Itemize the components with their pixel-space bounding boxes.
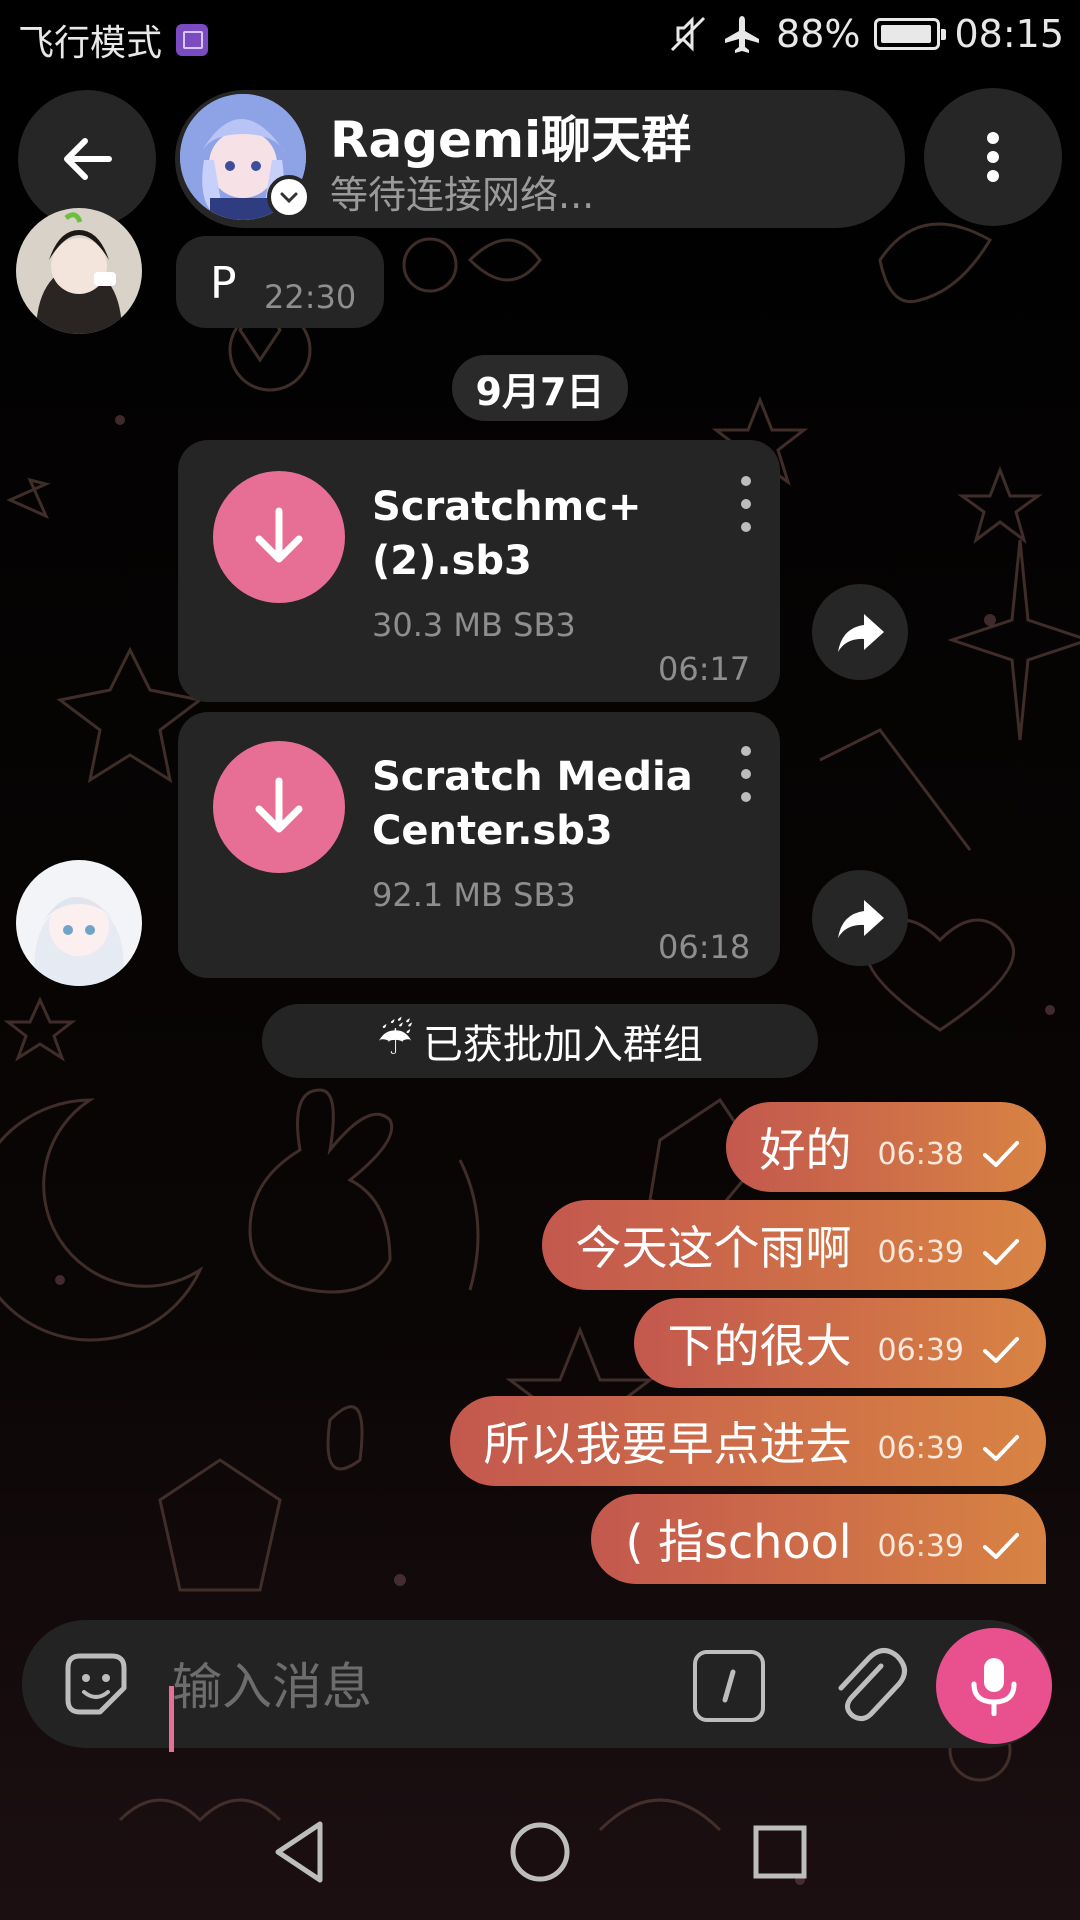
text-cursor <box>169 1686 174 1752</box>
voice-record-button[interactable] <box>936 1628 1052 1744</box>
status-bar: 飞行模式 88% 08:15 <box>0 0 1080 80</box>
download-button[interactable] <box>213 741 345 873</box>
message-text: 所以我要早点进去 <box>483 1417 852 1471</box>
download-arrow-icon <box>255 507 303 563</box>
message-time: 06:38 <box>877 1136 964 1172</box>
message-time: 22:30 <box>264 278 357 316</box>
avatar[interactable] <box>16 860 142 986</box>
more-vertical-icon <box>985 132 1001 182</box>
file-name: Scratchmc+ (2).sb3 <box>372 484 642 584</box>
forward-button[interactable] <box>812 870 908 966</box>
file-name: Scratch Media Center.sb3 <box>372 754 693 854</box>
outgoing-message[interactable]: 下的很大 06:39 <box>633 1298 1046 1388</box>
message-time: 06:17 <box>658 650 751 688</box>
share-arrow-icon <box>838 900 884 938</box>
airplane-icon <box>725 16 760 53</box>
service-message: ☔ 已获批加入群组 <box>262 1004 818 1078</box>
message-time: 06:39 <box>877 1332 964 1368</box>
outgoing-message[interactable]: 所以我要早点进去 06:39 <box>449 1396 1046 1486</box>
service-text: 已获批加入群组 <box>422 1022 703 1068</box>
system-nav-bar <box>0 1770 1080 1920</box>
more-menu-button[interactable] <box>924 88 1062 226</box>
mute-icon <box>670 16 706 52</box>
download-button[interactable] <box>213 471 345 603</box>
battery-percent: 88% <box>776 12 861 56</box>
outgoing-message[interactable]: ( 指school 06:39 <box>591 1494 1046 1584</box>
arrow-left-icon <box>64 138 112 180</box>
message-time: 06:18 <box>658 928 751 966</box>
check-icon <box>983 1239 1019 1265</box>
message-text: ( 指school <box>625 1515 852 1569</box>
message-input[interactable] <box>172 1652 652 1722</box>
slash-command-icon <box>722 1669 736 1703</box>
message-time: 06:39 <box>877 1528 964 1564</box>
message-time: 06:39 <box>877 1234 964 1270</box>
download-arrow-icon <box>255 777 303 833</box>
umbrella-rain-icon: ☔ <box>377 1018 413 1064</box>
battery-icon <box>874 18 947 50</box>
message-time: 06:39 <box>877 1430 964 1466</box>
file-size: 30.3 MB SB3 <box>372 606 576 644</box>
nav-home-icon[interactable] <box>500 1812 580 1892</box>
check-icon <box>983 1141 1019 1167</box>
file-size: 92.1 MB SB3 <box>372 876 576 914</box>
gallery-icon <box>176 24 209 56</box>
bot-command-button[interactable] <box>693 1650 765 1722</box>
file-options-icon[interactable] <box>738 476 754 532</box>
date-divider: 9月7日 <box>452 355 628 421</box>
airplane-mode-label: 飞行模式 <box>18 23 163 64</box>
sticker-emoji-icon[interactable] <box>60 1648 132 1720</box>
outgoing-message[interactable]: 好的 06:38 <box>725 1102 1046 1192</box>
nav-back-icon[interactable] <box>262 1812 342 1892</box>
microphone-icon <box>971 1658 1017 1716</box>
check-icon <box>983 1337 1019 1363</box>
message-text: 下的很大 <box>667 1319 852 1373</box>
outgoing-message[interactable]: 今天这个雨啊 06:39 <box>541 1200 1046 1290</box>
back-button[interactable] <box>18 90 156 228</box>
message-text: 今天这个雨啊 <box>575 1221 852 1275</box>
chevron-down-icon[interactable] <box>267 175 311 219</box>
share-arrow-icon <box>838 614 884 652</box>
message-text: 好的 <box>759 1123 852 1177</box>
chat-status: 等待连接网络... <box>330 173 595 217</box>
file-options-icon[interactable] <box>738 746 754 802</box>
avatar[interactable] <box>16 208 142 334</box>
chat-title[interactable]: Ragemi聊天群 <box>330 100 691 172</box>
forward-button[interactable] <box>812 584 908 680</box>
message-text: P <box>210 258 237 309</box>
check-icon <box>983 1435 1019 1461</box>
clock: 08:15 <box>954 12 1064 56</box>
paperclip-icon[interactable] <box>825 1644 909 1728</box>
check-icon <box>983 1533 1019 1559</box>
nav-recents-icon[interactable] <box>740 1812 820 1892</box>
